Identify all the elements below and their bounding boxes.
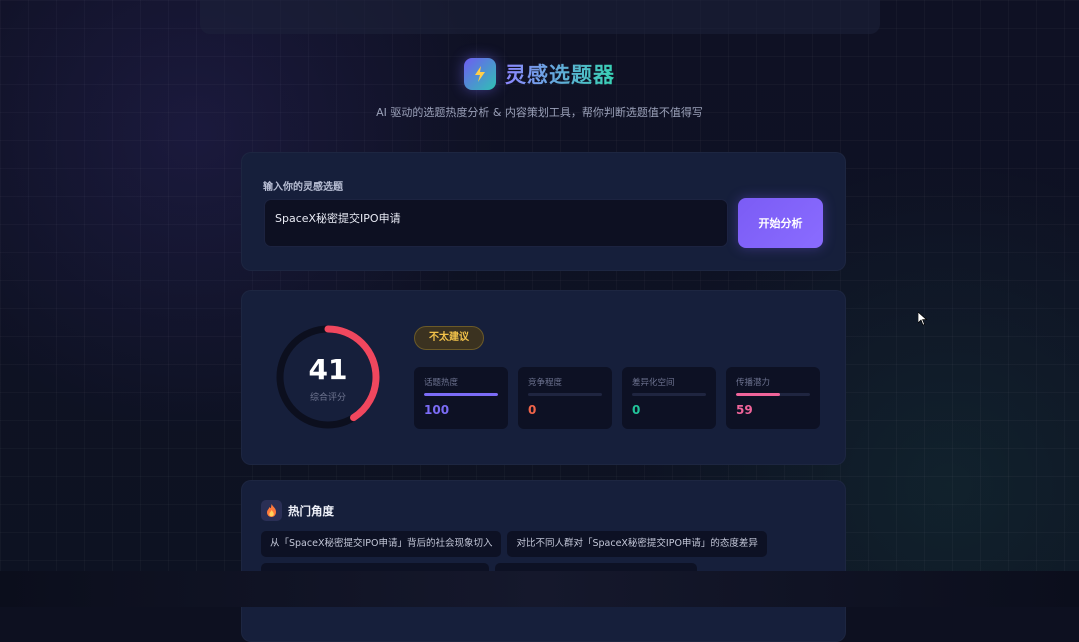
metric-bar-track (424, 393, 498, 396)
mouse-cursor-icon (918, 312, 928, 326)
metric-spread-potential: 传播潜力 59 (726, 367, 820, 429)
metric-value: 59 (736, 403, 753, 417)
metric-value: 0 (528, 403, 537, 417)
angle-chip[interactable]: 从「SpaceX秘密提交IPO申请」背后的社会现象切入 (261, 531, 502, 557)
app-title: 灵感选题器 (505, 59, 615, 89)
metric-bar-track (528, 393, 602, 396)
score-label: 综合评分 (309, 393, 346, 403)
verdict-badge: 不太建议 (414, 326, 484, 350)
metrics-row: 话题热度 100 竞争程度 0 差异化空间 0 传播潜力 59 (414, 367, 820, 429)
metric-topic-heat: 话题热度 100 (414, 367, 508, 429)
page-header: 灵感选题器 AI 驱动的选题热度分析 & 内容策划工具，帮你判断选题值不值得写 (0, 58, 1079, 120)
metric-bar-track (736, 393, 810, 396)
bottom-overlay-bar (0, 571, 1079, 607)
lightning-icon (464, 58, 496, 90)
metric-value: 0 (632, 403, 641, 417)
score-card: 41 综合评分 不太建议 话题热度 100 竞争程度 0 差异化空间 0 传播潜… (241, 290, 846, 465)
topic-input-card: 输入你的灵感选题 开始分析 (241, 152, 846, 271)
metric-label: 传播潜力 (736, 378, 771, 388)
metric-label: 话题热度 (424, 378, 459, 388)
metric-label: 竞争程度 (528, 378, 563, 388)
topic-input[interactable] (264, 199, 728, 247)
app-subtitle: AI 驱动的选题热度分析 & 内容策划工具，帮你判断选题值不值得写 (376, 106, 703, 119)
metric-bar-track (632, 393, 706, 396)
brand: 灵感选题器 (464, 58, 615, 90)
hot-angles-card: 热门角度 从「SpaceX秘密提交IPO申请」背后的社会现象切入 对比不同人群对… (241, 480, 846, 642)
metric-bar-fill (736, 393, 780, 396)
metric-label: 差异化空间 (632, 378, 675, 388)
start-analysis-button[interactable]: 开始分析 (738, 198, 823, 248)
metric-value: 100 (424, 403, 450, 417)
metric-differentiation: 差异化空间 0 (622, 367, 716, 429)
angle-chip[interactable]: 对比不同人群对「SpaceX秘密提交IPO申请」的态度差异 (507, 531, 767, 557)
metric-competition: 竞争程度 0 (518, 367, 612, 429)
hot-angles-title: 热门角度 (288, 504, 334, 518)
top-bar-shadow (200, 0, 880, 34)
topic-input-label: 输入你的灵感选题 (263, 182, 343, 193)
score-value: 41 (308, 353, 348, 386)
fire-icon (261, 500, 282, 521)
metric-bar-fill (424, 393, 498, 396)
